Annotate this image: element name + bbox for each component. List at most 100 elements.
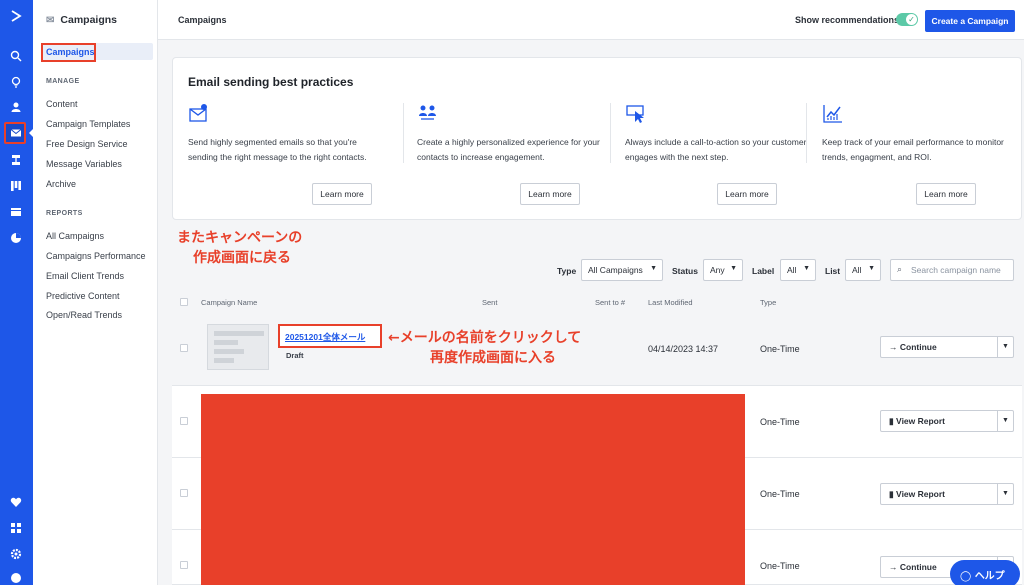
sidebar-item-free-design-service[interactable]: Free Design Service — [46, 139, 128, 149]
sidebar-item-email-client-trends[interactable]: Email Client Trends — [46, 271, 124, 281]
gear-icon[interactable] — [8, 546, 24, 562]
search-input[interactable]: ⌕ Search campaign name — [890, 259, 1014, 281]
sidebar-item-message-variables[interactable]: Message Variables — [46, 159, 122, 169]
annotation-click-line2: 再度作成画面に入る — [430, 350, 556, 366]
chevron-down-icon: ▼ — [868, 265, 875, 272]
list-select[interactable]: All ▼ — [845, 259, 881, 281]
practice-cta: Always include a call-to-action so your … — [625, 103, 825, 213]
learn-more-button[interactable]: Learn more — [312, 183, 372, 205]
view-report-button[interactable]: ▮ View Report — [881, 411, 998, 431]
campaign-type: One-Time — [760, 417, 800, 427]
view-report-button[interactable]: ▮ View Report — [881, 484, 998, 504]
divider — [610, 103, 611, 163]
top-bar: Campaigns Show recommendations ✓ Create … — [158, 0, 1024, 40]
search-icon: ⌕ — [897, 264, 903, 274]
sidebar-item-content[interactable]: Content — [46, 99, 78, 109]
lightbulb-icon[interactable] — [8, 74, 24, 90]
type-select[interactable]: All Campaigns ▼ — [581, 259, 663, 281]
page-title: Campaigns — [178, 15, 227, 25]
label-label: Label — [752, 266, 775, 276]
table-row[interactable]: 20251201全体メール Draft 04/14/2023 14:37 One… — [172, 313, 1022, 386]
col-last-modified[interactable]: Last Modified — [648, 298, 693, 307]
sidebar-item-all-campaigns[interactable]: All Campaigns — [46, 231, 104, 241]
list-label: List — [825, 266, 841, 276]
last-modified: 04/14/2023 14:37 — [648, 344, 719, 354]
heart-icon[interactable] — [8, 494, 24, 510]
campaign-name-highlight[interactable]: 20251201全体メール — [278, 324, 382, 348]
sidebar-title: Campaigns — [60, 14, 117, 26]
apps-icon[interactable] — [8, 520, 24, 536]
sidebar-item-campaign-templates[interactable]: Campaign Templates — [46, 119, 130, 129]
row-action-split-button: ▮ View Report ▼ — [880, 483, 1014, 505]
type-label: Type — [557, 266, 577, 276]
col-sent[interactable]: Sent — [482, 298, 497, 307]
label-select[interactable]: All ▼ — [780, 259, 816, 281]
learn-more-button[interactable]: Learn more — [916, 183, 976, 205]
select-all-checkbox[interactable] — [180, 298, 188, 306]
status-label: Status — [672, 266, 698, 276]
practice-text: Send highly segmented emails so that you… — [188, 137, 367, 162]
people-icon — [419, 105, 436, 120]
campaign-thumbnail[interactable] — [207, 324, 269, 370]
col-type[interactable]: Type — [760, 298, 776, 307]
continue-button[interactable]: → Continue — [881, 337, 998, 357]
chevron-down-icon[interactable]: ▼ — [997, 411, 1013, 431]
col-campaign-name[interactable]: Campaign Name — [201, 298, 257, 307]
row-checkbox[interactable] — [180, 344, 188, 352]
chevron-down-icon: ▼ — [730, 265, 737, 272]
help-button[interactable]: ◯ ヘルプ — [950, 560, 1020, 585]
row-checkbox[interactable] — [180, 417, 188, 425]
chevron-down-icon[interactable]: ▼ — [997, 337, 1013, 357]
reports-heading: REPORTS — [46, 210, 83, 217]
filter-bar: Type All Campaigns ▼ Status Any ▼ Label Al… — [172, 254, 1022, 290]
avatar-icon[interactable] — [8, 570, 24, 585]
envelope-icon[interactable] — [8, 125, 24, 141]
search-icon[interactable] — [8, 48, 24, 64]
arrow-right-icon: → — [889, 562, 900, 572]
chevron-down-icon: ▼ — [650, 265, 657, 272]
row-action-split-button: → Continue ▼ — [880, 336, 1014, 358]
sidebar-item-campaigns-performance[interactable]: Campaigns Performance — [46, 251, 146, 261]
learn-more-button[interactable]: Learn more — [520, 183, 580, 205]
automation-icon[interactable] — [8, 152, 24, 168]
best-practices-card: Email sending best practices Send highly… — [172, 57, 1022, 220]
practice-text: Keep track of your email performance to … — [822, 137, 1004, 162]
best-practices-title: Email sending best practices — [188, 75, 354, 89]
row-checkbox[interactable] — [180, 489, 188, 497]
contacts-icon[interactable] — [8, 99, 24, 115]
sidebar-item-predictive-content[interactable]: Predictive Content — [46, 291, 120, 301]
sidebar-item-archive[interactable]: Archive — [46, 179, 76, 189]
sidebar-header: ✉ Campaigns — [46, 14, 117, 26]
type-select-value: All Campaigns — [588, 265, 643, 275]
help-label: ヘルプ — [974, 571, 1005, 582]
table-header: Campaign Name Sent Sent to # Last Modifi… — [172, 293, 1022, 313]
divider — [403, 103, 404, 163]
manage-heading: MANAGE — [46, 78, 80, 85]
continue-button-label: Continue — [899, 562, 937, 572]
email-check-icon — [189, 104, 207, 122]
list-select-value: All — [852, 265, 862, 275]
learn-more-button[interactable]: Learn more — [717, 183, 777, 205]
pipeline-icon[interactable] — [8, 178, 24, 194]
sidebar-item-open-read-trends[interactable]: Open/Read Trends — [46, 310, 122, 320]
sidebar-item-campaigns[interactable]: Campaigns — [41, 43, 153, 62]
cursor-click-icon — [626, 105, 644, 123]
reports-pie-icon[interactable] — [8, 230, 24, 246]
chat-bubble-icon: ◯ — [960, 571, 975, 582]
col-sent-to[interactable]: Sent to # — [595, 298, 625, 307]
website-icon[interactable] — [8, 204, 24, 220]
create-campaign-button[interactable]: Create a Campaign — [925, 10, 1015, 32]
logo-chevron-icon[interactable] — [8, 8, 24, 24]
campaign-name-link[interactable]: 20251201全体メール — [285, 331, 365, 343]
view-report-button-label: View Report — [896, 489, 946, 499]
status-select[interactable]: Any ▼ — [703, 259, 743, 281]
sidebar-item-campaigns-label[interactable]: Campaigns — [41, 43, 96, 62]
row-checkbox[interactable] — [180, 561, 188, 569]
recommendations-toggle[interactable]: ✓ — [896, 13, 918, 26]
chevron-down-icon[interactable]: ▼ — [997, 484, 1013, 504]
label-select-value: All — [787, 265, 797, 275]
chart-up-icon — [823, 105, 842, 123]
show-recommendations-label: Show recommendations — [795, 15, 900, 25]
icon-rail — [0, 0, 33, 585]
divider — [806, 103, 807, 163]
